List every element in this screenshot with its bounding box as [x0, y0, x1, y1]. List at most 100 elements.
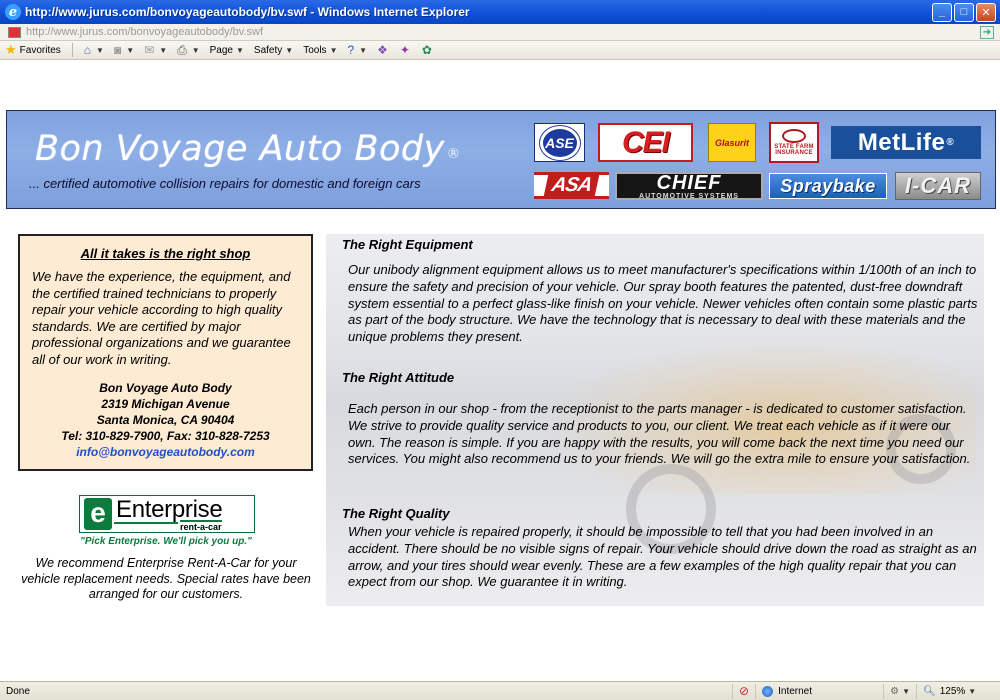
section-heading: The Right Equipment: [342, 237, 473, 252]
extras-icon: ✿: [421, 43, 432, 57]
command-bar: ★ Favorites ⌂ ▼ ◙ ▼ ✉ ▼ ⎙ ▼ Page ▼ Safety ▼ To…: [0, 41, 1000, 60]
printer-icon: ⎙: [177, 42, 187, 57]
go-icon[interactable]: ➜: [980, 25, 994, 39]
chevron-down-icon: ▼: [285, 45, 294, 55]
extras-button[interactable]: ✿: [417, 42, 439, 59]
protected-mode-button[interactable]: ⚙ ▼: [883, 683, 916, 699]
metlife-logo: MetLife ®: [831, 126, 981, 159]
spraybake-logo: Spraybake: [769, 173, 887, 199]
safety-menu[interactable]: Safety ▼: [249, 42, 298, 59]
address-input[interactable]: http://www.jurus.com/bonvoyageautobody/b…: [26, 26, 980, 38]
help-icon: ?: [347, 43, 355, 57]
enterprise-logo-rule: [114, 522, 178, 524]
rss-icon: ◙: [113, 43, 122, 57]
feeds-button[interactable]: ◙ ▼: [109, 42, 139, 59]
chevron-down-icon: ▼: [902, 686, 910, 696]
enterprise-logo[interactable]: e Enterprise rent-a-car: [79, 495, 255, 533]
internet-explorer-icon: e: [5, 4, 21, 20]
section-heading: The Right Quality: [342, 506, 450, 521]
shop-name: Bon Voyage Auto Body: [99, 381, 232, 395]
favorites-button[interactable]: ★ Favorites: [0, 42, 66, 59]
chief-logo-text: CHIEF: [656, 172, 722, 194]
state-farm-logo-text: STATE FARM INSURANCE: [774, 144, 814, 156]
section-attitude: The Right Attitude Each person in our sh…: [342, 370, 978, 468]
site-tagline: ... certified automotive collision repai…: [29, 176, 421, 191]
enterprise-slogan: "Pick Enterprise. We'll pick you up.": [80, 536, 252, 547]
main-content-panel: The Right Equipment Our unibody alignmen…: [326, 234, 984, 606]
chevron-down-icon: ▼: [236, 45, 244, 55]
glasurit-logo-text: Glasurit: [714, 137, 749, 148]
shop-address: Bon Voyage Auto Body 2319 Michigan Avenu…: [20, 380, 311, 460]
metlife-logo-text: MetLife: [857, 128, 946, 156]
shop-city: Santa Monica, CA 90404: [96, 413, 235, 427]
shop-phones: Tel: 310-829-7900, Fax: 310-828-7253: [61, 429, 270, 443]
zoom-icon: 🔍︎: [923, 685, 936, 697]
translate-button[interactable]: ✦: [395, 42, 417, 59]
site-banner: Bon Voyage Auto Body ® ... certified auto…: [6, 110, 996, 209]
home-icon: ⌂: [83, 43, 92, 57]
help-button[interactable]: ? ▼: [342, 42, 372, 59]
research-icon: ❖: [377, 43, 388, 57]
asa-logo: ASA: [534, 172, 609, 199]
translate-icon: ✦: [399, 43, 410, 57]
chevron-down-icon: ▼: [359, 45, 368, 55]
toolbar-separator: [71, 43, 73, 57]
settings-icon: ⚙: [890, 685, 900, 697]
icar-logo: I-CAR: [895, 172, 981, 200]
section-quality: The Right Quality When your vehicle is r…: [342, 506, 978, 591]
section-heading: The Right Attitude: [342, 370, 455, 385]
window-title-bar: e http://www.jurus.com/bonvoyageautobody…: [0, 0, 1000, 24]
page-viewport: Bon Voyage Auto Body ® ... certified auto…: [0, 61, 1000, 681]
site-brand[interactable]: Bon Voyage Auto Body ®: [35, 129, 460, 169]
section-body: When your vehicle is repaired properly, …: [348, 524, 977, 590]
registered-mark: ®: [446, 147, 461, 162]
chevron-down-icon: ▼: [329, 45, 338, 55]
print-button[interactable]: ⎙ ▼: [172, 42, 205, 59]
shop-info-box: All it takes is the right shop We have t…: [18, 234, 313, 471]
mail-icon: ✉: [144, 43, 155, 57]
metlife-registered-mark: ®: [946, 137, 955, 148]
tools-menu[interactable]: Tools ▼: [298, 42, 342, 59]
shop-street: 2319 Michigan Avenue: [101, 397, 230, 411]
info-heading: All it takes is the right shop: [80, 246, 251, 261]
tools-menu-label: Tools: [303, 44, 327, 56]
mail-button[interactable]: ✉ ▼: [139, 42, 172, 59]
zoom-level: 125%: [939, 685, 966, 697]
chevron-down-icon: ▼: [159, 45, 168, 55]
chevron-down-icon: ▼: [96, 45, 104, 55]
enterprise-e-icon: e: [84, 498, 112, 530]
enterprise-logo-sub: rent-a-car: [180, 520, 222, 532]
section-body: Our unibody alignment equipment allows u…: [348, 262, 978, 345]
minimize-button[interactable]: _: [932, 2, 952, 22]
maximize-button[interactable]: □: [954, 2, 974, 22]
address-bar: http://www.jurus.com/bonvoyageautobody/b…: [0, 24, 1000, 41]
popup-blocked-indicator[interactable]: ⊘: [732, 683, 755, 699]
status-text: Done: [6, 685, 30, 697]
ase-logo-text: ASE: [539, 125, 580, 160]
state-farm-logo: STATE FARM INSURANCE: [769, 122, 819, 163]
home-button[interactable]: ⌂ ▼: [79, 42, 109, 59]
enterprise-text: We recommend Enterprise Rent-A-Car for y…: [21, 556, 311, 601]
security-zone-label: Internet: [778, 685, 813, 697]
state-farm-emblem-icon: [782, 129, 806, 143]
blocked-icon: ⊘: [739, 684, 750, 698]
globe-icon: [762, 685, 774, 697]
research-button[interactable]: ❖: [372, 42, 395, 59]
asa-logo-text: ASA: [543, 175, 600, 196]
favorites-label: Favorites: [19, 44, 61, 56]
star-icon: ★: [5, 42, 17, 57]
safety-menu-label: Safety: [253, 44, 283, 56]
security-zone[interactable]: Internet: [755, 683, 883, 699]
brand-name: Bon Voyage Auto Body: [35, 129, 445, 169]
section-equipment: The Right Equipment Our unibody alignmen…: [342, 237, 978, 346]
status-bar: Done ⊘ Internet ⚙ ▼ 🔍︎ 125% ▼: [0, 681, 1000, 700]
email-link[interactable]: info@bonvoyageautobody.com: [20, 444, 311, 460]
chief-logo-subtext: AUTOMOTIVE SYSTEMS: [639, 192, 739, 200]
page-menu-label: Page: [209, 44, 233, 56]
close-button[interactable]: ✕: [976, 2, 996, 22]
page-menu[interactable]: Page ▼: [205, 42, 249, 59]
chevron-down-icon: ▼: [191, 45, 200, 55]
chief-logo: CHIEF AUTOMOTIVE SYSTEMS: [615, 172, 763, 200]
zoom-button[interactable]: 🔍︎ 125% ▼: [916, 683, 1000, 699]
ase-logo: ASE: [534, 123, 585, 162]
